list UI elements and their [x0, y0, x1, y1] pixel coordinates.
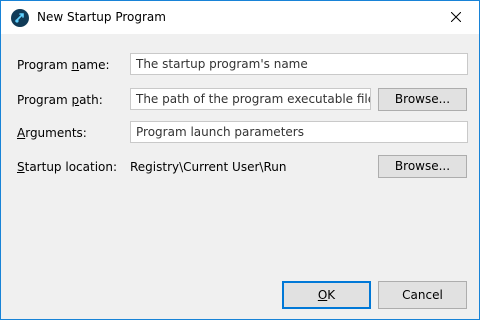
arguments-input[interactable]: Program launch parameters — [130, 121, 468, 143]
window-title: New Startup Program — [37, 10, 166, 24]
dialog-window: New Startup Program Program name: The st… — [0, 0, 480, 320]
program-name-label: Program name: — [17, 58, 110, 72]
startup-location-label: Startup location: — [17, 160, 118, 174]
startup-location-value: Registry\Current User\Run — [130, 160, 287, 174]
title-bar[interactable]: New Startup Program — [1, 1, 479, 34]
program-path-label: Program path: — [17, 93, 103, 107]
close-icon — [451, 12, 461, 22]
program-path-browse-button[interactable]: Browse... — [378, 88, 467, 111]
program-path-input[interactable]: The path of the program executable file — [130, 88, 371, 110]
program-name-input[interactable]: The startup program's name — [130, 53, 468, 75]
startup-location-browse-button[interactable]: Browse... — [378, 155, 467, 178]
close-button[interactable] — [433, 1, 479, 34]
arguments-label: Arguments: — [17, 126, 87, 140]
ok-button[interactable]: OK — [282, 281, 371, 309]
app-icon — [11, 9, 29, 27]
cancel-button[interactable]: Cancel — [378, 281, 467, 309]
